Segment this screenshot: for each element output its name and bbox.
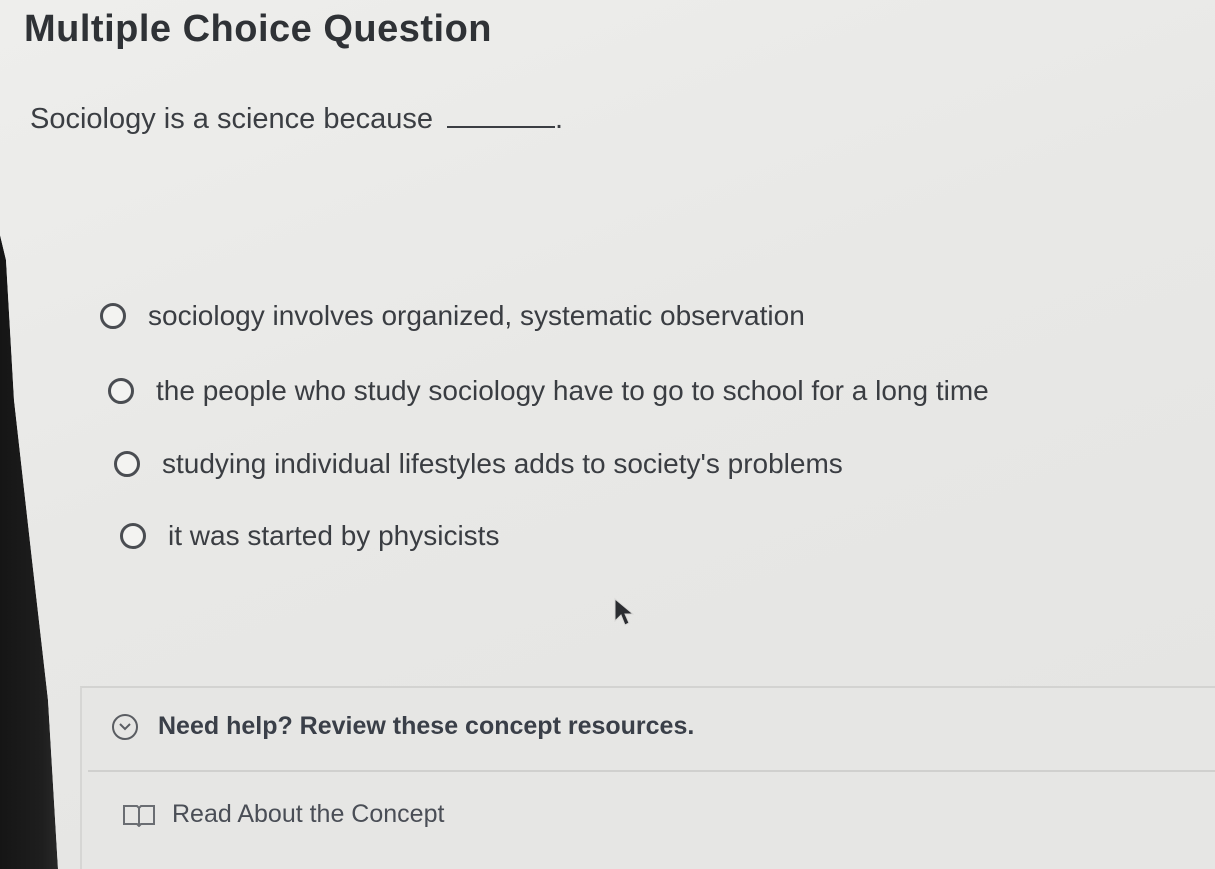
answer-option-2[interactable]: the people who study sociology have to g… (108, 375, 989, 407)
panel-divider (88, 770, 1215, 772)
answer-option-3[interactable]: studying individual lifestyles adds to s… (114, 448, 843, 480)
answer-option-label: sociology involves organized, systematic… (148, 300, 805, 331)
answer-option-label: the people who study sociology have to g… (156, 375, 989, 406)
need-help-label: Need help? Review these concept resource… (158, 712, 695, 740)
answer-option-4[interactable]: it was started by physicists (120, 520, 499, 552)
read-about-concept-link[interactable]: Read About the Concept (122, 800, 444, 829)
mouse-cursor-icon (614, 597, 635, 626)
question-prompt: Sociology is a science because. (30, 100, 563, 136)
answer-option-1[interactable]: sociology involves organized, systematic… (100, 300, 805, 332)
answer-blank (447, 100, 556, 128)
radio-button[interactable] (120, 523, 146, 549)
question-prompt-end: . (555, 103, 564, 135)
question-prompt-text: Sociology is a science because (30, 103, 434, 135)
chevron-down-icon[interactable] (112, 713, 138, 740)
answer-option-label: studying individual lifestyles adds to s… (162, 448, 843, 479)
radio-button[interactable] (114, 451, 140, 477)
answer-option-label: it was started by physicists (168, 520, 500, 551)
need-help-toggle[interactable]: Need help? Review these concept resource… (112, 712, 694, 741)
radio-button[interactable] (100, 303, 126, 329)
quiz-screen: Multiple Choice Question Sociology is a … (0, 0, 1215, 869)
read-about-concept-label: Read About the Concept (172, 800, 445, 828)
question-type-heading: Multiple Choice Question (24, 8, 493, 50)
radio-button[interactable] (108, 378, 134, 404)
book-icon (123, 804, 155, 827)
